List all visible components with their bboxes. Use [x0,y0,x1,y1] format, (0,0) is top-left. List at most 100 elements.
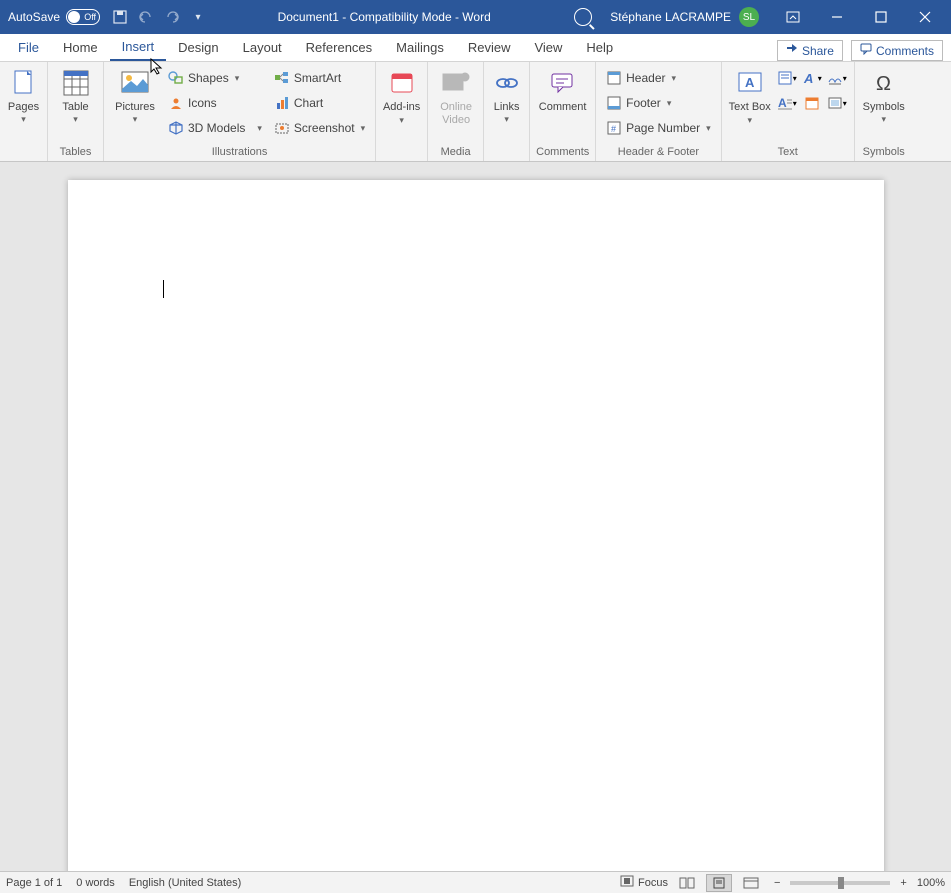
document-page[interactable] [68,180,884,871]
document-area[interactable] [0,162,951,871]
ribbon-insert: Pages ▾ Table ▾ Tables Pictures ▾ [0,62,951,162]
comments-button[interactable]: Comments [851,40,943,61]
qat-customize-icon[interactable]: ▾ [190,9,206,25]
chevron-down-icon: ▾ [257,123,262,134]
save-icon[interactable] [112,9,128,25]
word-count[interactable]: 0 words [76,877,115,889]
addins-label: Add-ins ▾ [382,101,421,127]
date-time-button[interactable] [801,92,823,114]
tab-references[interactable]: References [294,33,384,61]
table-button[interactable]: Table ▾ [54,64,97,125]
addins-icon [387,68,417,98]
page-number-icon: # [606,120,622,136]
text-box-button[interactable]: A Text Box ▾ [728,64,772,127]
shapes-button[interactable]: Shapes▾ [164,67,266,89]
pictures-label: Pictures [115,101,155,114]
focus-label: Focus [638,877,668,889]
focus-icon [620,875,634,890]
tab-file[interactable]: File [6,33,51,61]
chevron-down-icon: ▾ [747,115,752,125]
page-number-button[interactable]: # Page Number ▾ [602,117,715,139]
page-icon [9,68,39,98]
language-indicator[interactable]: English (United States) [129,877,242,889]
pages-label: Pages [8,101,39,114]
tab-layout[interactable]: Layout [231,33,294,61]
group-label: Tables [54,144,97,161]
tab-help[interactable]: Help [574,33,625,61]
read-mode-button[interactable] [674,874,700,892]
chart-label: Chart [294,96,323,110]
zoom-slider[interactable] [790,881,890,885]
maximize-icon[interactable] [859,0,903,34]
quick-parts-button[interactable]: ▾ [776,67,798,89]
links-button[interactable]: Links ▾ [490,64,523,125]
redo-icon[interactable] [164,9,180,25]
focus-mode-button[interactable]: Focus [620,875,668,890]
3d-models-label: 3D Models [188,121,245,135]
close-icon[interactable] [903,0,947,34]
chevron-down-icon: ▾ [399,115,404,125]
signature-line-button[interactable]: ▾ [826,67,848,89]
screenshot-button[interactable]: Screenshot▾ [270,117,369,139]
search-icon[interactable] [574,8,592,26]
autosave-label: AutoSave [8,10,60,24]
footer-button[interactable]: Footer▾ [602,92,715,114]
comments-label: Comments [876,44,934,58]
window-title: Document1 - Compatibility Mode - Word [206,10,562,24]
svg-text:Ω: Ω [876,73,891,95]
svg-text:A: A [778,96,787,110]
undo-icon[interactable] [138,9,154,25]
links-label: Links [494,101,520,114]
group-links: Links ▾ [484,62,530,161]
window-controls [771,0,947,34]
pictures-button[interactable]: Pictures ▾ [110,64,160,125]
comment-label: Comment [539,101,587,114]
zoom-in-button[interactable]: + [896,877,910,889]
share-button[interactable]: Share [777,40,843,61]
symbols-button[interactable]: Ω Symbols ▾ [861,64,907,125]
ribbon-display-icon[interactable] [771,0,815,34]
zoom-level[interactable]: 100% [917,877,945,889]
chevron-down-icon: ▾ [706,123,711,134]
cube-icon [168,120,184,136]
print-layout-button[interactable] [706,874,732,892]
group-label: Text [728,144,848,161]
minimize-icon[interactable] [815,0,859,34]
tab-review[interactable]: Review [456,33,523,61]
tab-view[interactable]: View [522,33,574,61]
symbols-label: Symbols [863,101,905,114]
tab-insert[interactable]: Insert [110,33,167,61]
share-icon [786,43,798,58]
comment-button[interactable]: Comment [536,64,589,114]
user-name: Stéphane LACRAMPE [610,10,731,24]
omega-icon: Ω [869,68,899,98]
wordart-button[interactable]: A▾ [801,67,823,89]
tab-design[interactable]: Design [166,33,230,61]
object-button[interactable]: ▾ [826,92,848,114]
drop-cap-button[interactable]: A▾ [776,92,798,114]
3d-models-button[interactable]: 3D Models ▾ [164,117,266,139]
text-box-icon: A [735,68,765,98]
tab-home[interactable]: Home [51,33,110,61]
autosave-control[interactable]: AutoSave Off [8,9,100,25]
icons-button[interactable]: Icons [164,92,266,114]
web-layout-button[interactable] [738,874,764,892]
user-account[interactable]: Stéphane LACRAMPE SL [610,7,759,27]
header-button[interactable]: Header▾ [602,67,715,89]
group-label: Header & Footer [602,144,715,161]
screenshot-icon [274,120,290,136]
smartart-button[interactable]: SmartArt [270,67,369,89]
page-number-label: Page Number [626,121,700,135]
pages-button[interactable]: Pages ▾ [6,64,41,125]
autosave-toggle[interactable]: Off [66,9,100,25]
page-indicator[interactable]: Page 1 of 1 [6,877,62,889]
svg-text:A: A [745,75,755,90]
zoom-out-button[interactable]: − [770,877,784,889]
text-cursor [163,280,164,298]
chart-button[interactable]: Chart [270,92,369,114]
group-comments: Comment Comments [530,62,596,161]
share-label: Share [802,44,834,58]
addins-button[interactable]: Add-ins ▾ [382,64,421,127]
avatar: SL [739,7,759,27]
tab-mailings[interactable]: Mailings [384,33,456,61]
